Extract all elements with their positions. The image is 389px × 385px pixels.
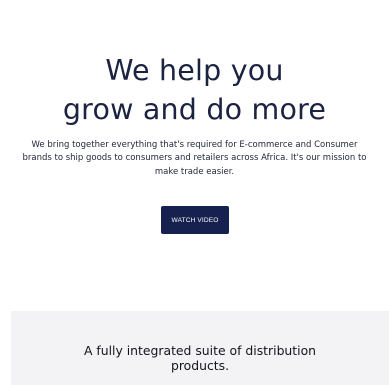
products-title-line-1: A fully integrated suite of distribution (83, 343, 317, 358)
products-title-line-2: products. (170, 358, 230, 373)
products-section-title: A fully integrated suite of distribution… (11, 343, 389, 373)
hero-title-line-1: We help you (105, 54, 284, 87)
watch-video-button[interactable]: WATCH VIDEO (161, 206, 229, 234)
hero-title: We help you grow and do more (0, 51, 389, 129)
hero-section: We help you grow and do more We bring to… (0, 0, 389, 300)
hero-description: We bring together everything that's requ… (22, 140, 367, 177)
products-section: A fully integrated suite of distribution… (11, 311, 389, 385)
hero-title-line-2: grow and do more (62, 93, 327, 126)
